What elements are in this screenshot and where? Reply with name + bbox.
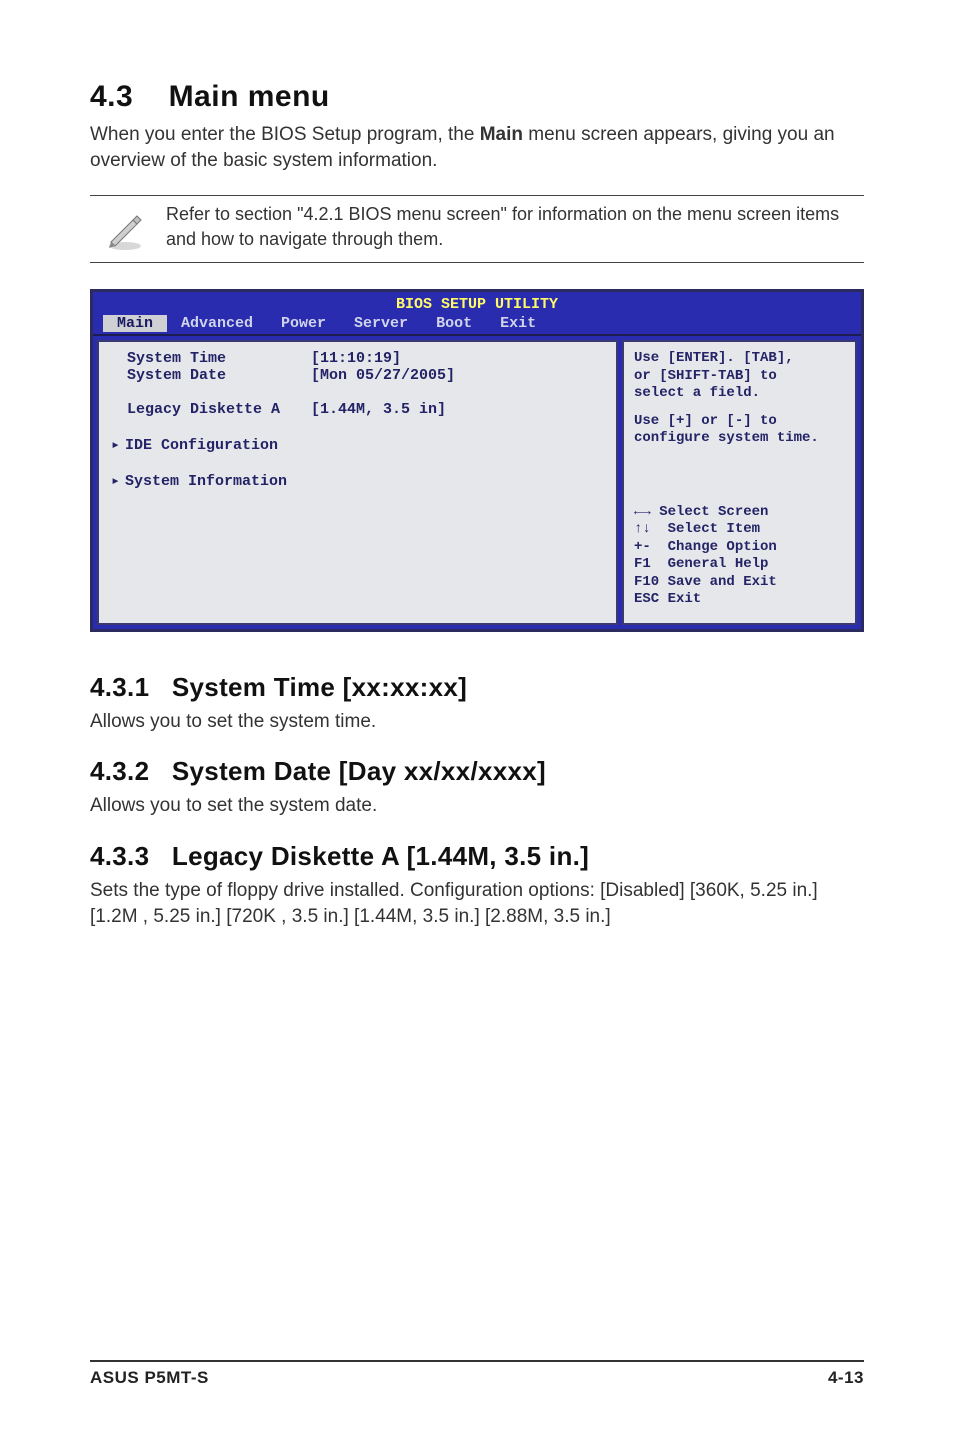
- section-number: 4.3.1: [90, 672, 149, 702]
- section-title: System Date [Day xx/xx/xxxx]: [172, 756, 546, 786]
- section-heading-4-3-3: 4.3.3 Legacy Diskette A [1.44M, 3.5 in.]: [90, 841, 864, 872]
- bios-tab-exit[interactable]: Exit: [486, 315, 550, 332]
- bios-key-line: Select Screen: [659, 504, 768, 520]
- bios-value: [11:10:19]: [311, 350, 479, 367]
- bios-key-line: F10 Save and Exit: [634, 574, 845, 592]
- bios-tab-server[interactable]: Server: [340, 315, 422, 332]
- bios-value: [1.44M, 3.5 in]: [311, 401, 479, 418]
- page-heading: 4.3 Main menu: [90, 80, 864, 114]
- bios-key-line: Select Item: [668, 521, 760, 537]
- footer-left: ASUS P5MT-S: [90, 1368, 209, 1388]
- bios-main-panel: System Time[11:10:19] System Date[Mon 05…: [97, 340, 618, 625]
- bios-help-line: Use [+] or [-] to: [634, 413, 845, 431]
- bios-key-line: F1 General Help: [634, 556, 845, 574]
- bios-help-line: select a field.: [634, 385, 845, 403]
- lead-pre: When you enter the BIOS Setup program, t…: [90, 124, 480, 145]
- bios-help-line: Use [ENTER]. [TAB],: [634, 350, 845, 368]
- bios-tab-main[interactable]: Main: [103, 315, 167, 332]
- bios-label: System Date: [113, 367, 311, 384]
- section-body-4-3-1: Allows you to set the system time.: [90, 709, 864, 735]
- section-body-4-3-3: Sets the type of floppy drive installed.…: [90, 878, 864, 929]
- section-heading-4-3-1: 4.3.1 System Time [xx:xx:xx]: [90, 672, 864, 703]
- bios-row-system-info[interactable]: System Information: [113, 471, 479, 490]
- bios-label: System Time: [113, 350, 311, 367]
- note-block: Refer to section "4.2.1 BIOS menu screen…: [90, 195, 864, 263]
- bios-tab-bar: Main Advanced Power Server Boot Exit: [93, 313, 861, 334]
- bios-row-system-date[interactable]: System Date[Mon 05/27/2005]: [113, 367, 479, 384]
- bios-row-blank: [113, 418, 479, 435]
- bios-help-line: configure system time.: [634, 430, 845, 448]
- bios-row-blank: [113, 454, 479, 471]
- section-body-4-3-2: Allows you to set the system date.: [90, 793, 864, 819]
- lead-paragraph: When you enter the BIOS Setup program, t…: [90, 122, 864, 173]
- bios-key-line: ESC Exit: [634, 591, 845, 609]
- section-number: 4.3.3: [90, 841, 149, 871]
- page-footer: ASUS P5MT-S 4-13: [90, 1360, 864, 1388]
- bios-tab-boot[interactable]: Boot: [422, 315, 486, 332]
- bios-help-line: or [SHIFT-TAB] to: [634, 368, 845, 386]
- bios-row-legacy-diskette[interactable]: Legacy Diskette A[1.44M, 3.5 in]: [113, 401, 479, 418]
- lead-bold: Main: [480, 124, 523, 145]
- bios-label: IDE Configuration: [113, 435, 311, 454]
- bios-key-hints: Select Screen Select Item +- Change Opti…: [634, 504, 845, 609]
- section-heading-4-3-2: 4.3.2 System Date [Day xx/xx/xxxx]: [90, 756, 864, 787]
- bios-row-ide-config[interactable]: IDE Configuration: [113, 435, 479, 454]
- heading-title: Main menu: [169, 80, 330, 113]
- bios-key-line: +- Change Option: [634, 539, 845, 557]
- bios-tab-power[interactable]: Power: [267, 315, 340, 332]
- footer-right: 4-13: [828, 1368, 864, 1388]
- bios-value: [Mon 05/27/2005]: [311, 367, 479, 384]
- bios-help-panel: Use [ENTER]. [TAB], or [SHIFT-TAB] to se…: [622, 340, 857, 625]
- section-title: System Time [xx:xx:xx]: [172, 672, 467, 702]
- section-title: Legacy Diskette A [1.44M, 3.5 in.]: [172, 841, 589, 871]
- heading-number: 4.3: [90, 80, 133, 113]
- section-number: 4.3.2: [90, 756, 149, 786]
- pencil-icon: [90, 202, 160, 252]
- note-text: Refer to section "4.2.1 BIOS menu screen…: [160, 202, 864, 251]
- bios-row-blank: [113, 384, 479, 401]
- bios-label: Legacy Diskette A: [113, 401, 311, 418]
- bios-screenshot: BIOS SETUP UTILITY Main Advanced Power S…: [90, 289, 864, 632]
- bios-row-system-time[interactable]: System Time[11:10:19]: [113, 350, 479, 367]
- bios-label: System Information: [113, 471, 311, 490]
- bios-tab-advanced[interactable]: Advanced: [167, 315, 267, 332]
- bios-title: BIOS SETUP UTILITY: [93, 292, 861, 313]
